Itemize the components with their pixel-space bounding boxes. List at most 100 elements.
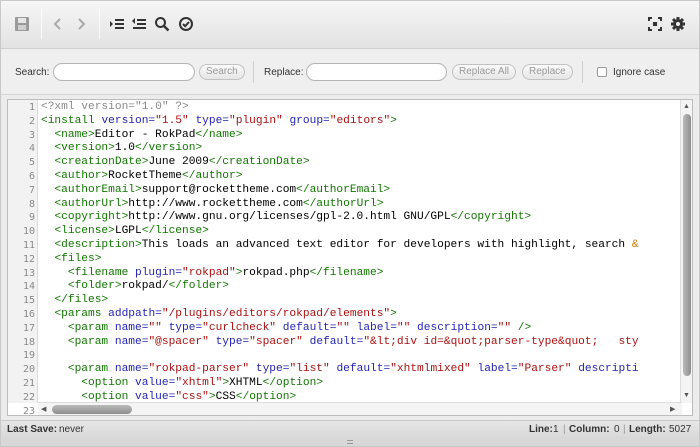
length-label: Length: [629, 424, 666, 435]
code-area[interactable]: <?xml version="1.0" ?> <install version="… [41, 100, 683, 403]
line-number: 23 [22, 405, 35, 416]
code-line[interactable]: <creationDate>June 2009</creationDate> [41, 156, 309, 170]
code-line[interactable]: <param name="" type="curlcheck" default=… [41, 322, 531, 336]
code-line[interactable]: <license>LGPL</license> [41, 225, 208, 239]
code-line[interactable]: <param name="rokpad-parser" type="list" … [41, 363, 639, 377]
horizontal-scroll-thumb[interactable] [52, 405, 132, 414]
code-token: "css" [175, 390, 209, 403]
code-token: type= [208, 335, 250, 348]
code-token: > [208, 390, 216, 403]
save-icon[interactable] [12, 14, 32, 34]
line-number: 3 [28, 129, 35, 141]
fullscreen-icon[interactable] [645, 14, 665, 34]
code-line[interactable]: <option value="xhtml">XHTML</option> [41, 377, 323, 391]
code-token: "/plugins/editors/rokpad/elements" [161, 308, 391, 320]
vertical-scroll-thumb[interactable] [683, 114, 691, 376]
line-number: 17 [22, 322, 35, 334]
code-token: <copyright> [54, 211, 129, 224]
last-save-label: Last Save: [7, 424, 58, 435]
code-line[interactable]: </files> [41, 294, 108, 308]
line-label: Line: [529, 424, 553, 435]
goto-icon[interactable] [176, 14, 196, 34]
search-input[interactable] [53, 63, 195, 81]
code-token: description= [410, 321, 498, 334]
code-token: "&lt;div id=&quot;parser-type&quot; sty [363, 335, 639, 348]
scroll-up-icon[interactable]: ▲ [683, 103, 690, 110]
code-token: <param [67, 335, 115, 348]
code-token: "curlcheck" [202, 321, 277, 334]
line-number: 21 [22, 378, 35, 389]
code-token: </author> [182, 170, 243, 182]
code-line[interactable]: <authorEmail>support@rockettheme.com</au… [41, 184, 390, 198]
code-token: </authorUrl> [302, 197, 384, 210]
search-button[interactable]: Search [199, 64, 245, 80]
replace-all-button[interactable]: Replace All [452, 64, 517, 80]
line-number: 12 [22, 253, 35, 265]
resize-handle[interactable] [1, 438, 699, 446]
code-line[interactable]: <description>This loads an advanced text… [41, 239, 639, 253]
code-token: <option [81, 377, 136, 389]
code-line[interactable]: <params addpath="/plugins/editors/rokpad… [41, 308, 397, 322]
settings-icon[interactable] [668, 14, 688, 34]
code-token: & [631, 239, 639, 251]
code-token: type= [161, 321, 203, 334]
code-line[interactable]: <files> [41, 253, 101, 267]
code-token: LGPL [114, 225, 142, 238]
scroll-right-icon[interactable]: ▶ [670, 406, 675, 413]
code-token: </filename> [309, 266, 384, 279]
code-line[interactable]: <install version="1.5" type="plugin" gro… [41, 115, 397, 129]
code-line[interactable]: <folder>rokpad/</folder> [41, 280, 229, 294]
code-line[interactable]: <name>Editor - RokPad</name> [41, 129, 242, 143]
code-token: "list" [289, 363, 330, 376]
undo-icon[interactable] [48, 14, 68, 34]
code-editor[interactable]: 1 2 3 4 5 6 7 8 9 10 11 12 13 14 15 16 17 18 19 20 21 22 23 <?… [7, 99, 693, 416]
scroll-down-icon[interactable]: ▼ [683, 392, 690, 399]
horizontal-scrollbar[interactable]: ◀ ▶ [38, 402, 682, 415]
replace-button[interactable]: Replace [522, 64, 573, 80]
code-token: This loads an advanced text editor for d… [141, 239, 632, 251]
code-line[interactable]: <authorUrl>http://www.rockettheme.com</a… [41, 198, 383, 212]
code-token: <install [41, 114, 102, 127]
code-line[interactable]: <?xml version="1.0" ?> [41, 101, 189, 115]
line-number: 2 [28, 115, 35, 127]
code-token: <license> [54, 225, 115, 238]
code-line[interactable]: <filename plugin="rokpad">rokpad.php</fi… [41, 266, 384, 281]
code-line[interactable]: <version>1.0</version> [41, 142, 202, 156]
code-token: "xhtml" [175, 377, 223, 389]
code-token: "@spacer" [148, 335, 209, 348]
vertical-scrollbar[interactable]: ▲ ▼ [680, 100, 692, 403]
code-token: http://www.gnu.org/licenses/gpl-2.0.html… [128, 211, 451, 224]
replace-label: Replace: [264, 67, 304, 78]
indent-icon[interactable] [107, 14, 127, 34]
code-token: <param [67, 363, 115, 376]
code-token: support@rockettheme.com [141, 183, 297, 196]
scroll-left-icon[interactable]: ◀ [41, 406, 46, 413]
code-token: <files> [54, 252, 102, 265]
code-token: "" [396, 321, 411, 334]
code-token: "xhtmlmixed" [390, 363, 471, 376]
code-token: <?xml version="1.0" ?> [41, 101, 189, 113]
redo-icon[interactable] [71, 14, 91, 34]
code-token: <name> [54, 128, 95, 141]
search-icon[interactable] [152, 14, 172, 34]
ignore-case-checkbox[interactable] [597, 67, 607, 77]
replace-input[interactable] [306, 63, 447, 81]
code-token: <authorUrl> [54, 197, 129, 210]
outdent-icon[interactable] [129, 14, 149, 34]
code-line[interactable]: <param name="@spacer" type="spacer" defa… [41, 336, 639, 350]
code-token: <version> [54, 142, 115, 155]
code-token: > [390, 308, 397, 320]
status-bar: Last Save: never Line: 1 | Column: 0 | L… [1, 420, 699, 438]
code-line[interactable]: <author>RocketTheme</author> [41, 170, 242, 184]
code-line[interactable]: <copyright>http://www.gnu.org/licenses/g… [41, 211, 531, 225]
